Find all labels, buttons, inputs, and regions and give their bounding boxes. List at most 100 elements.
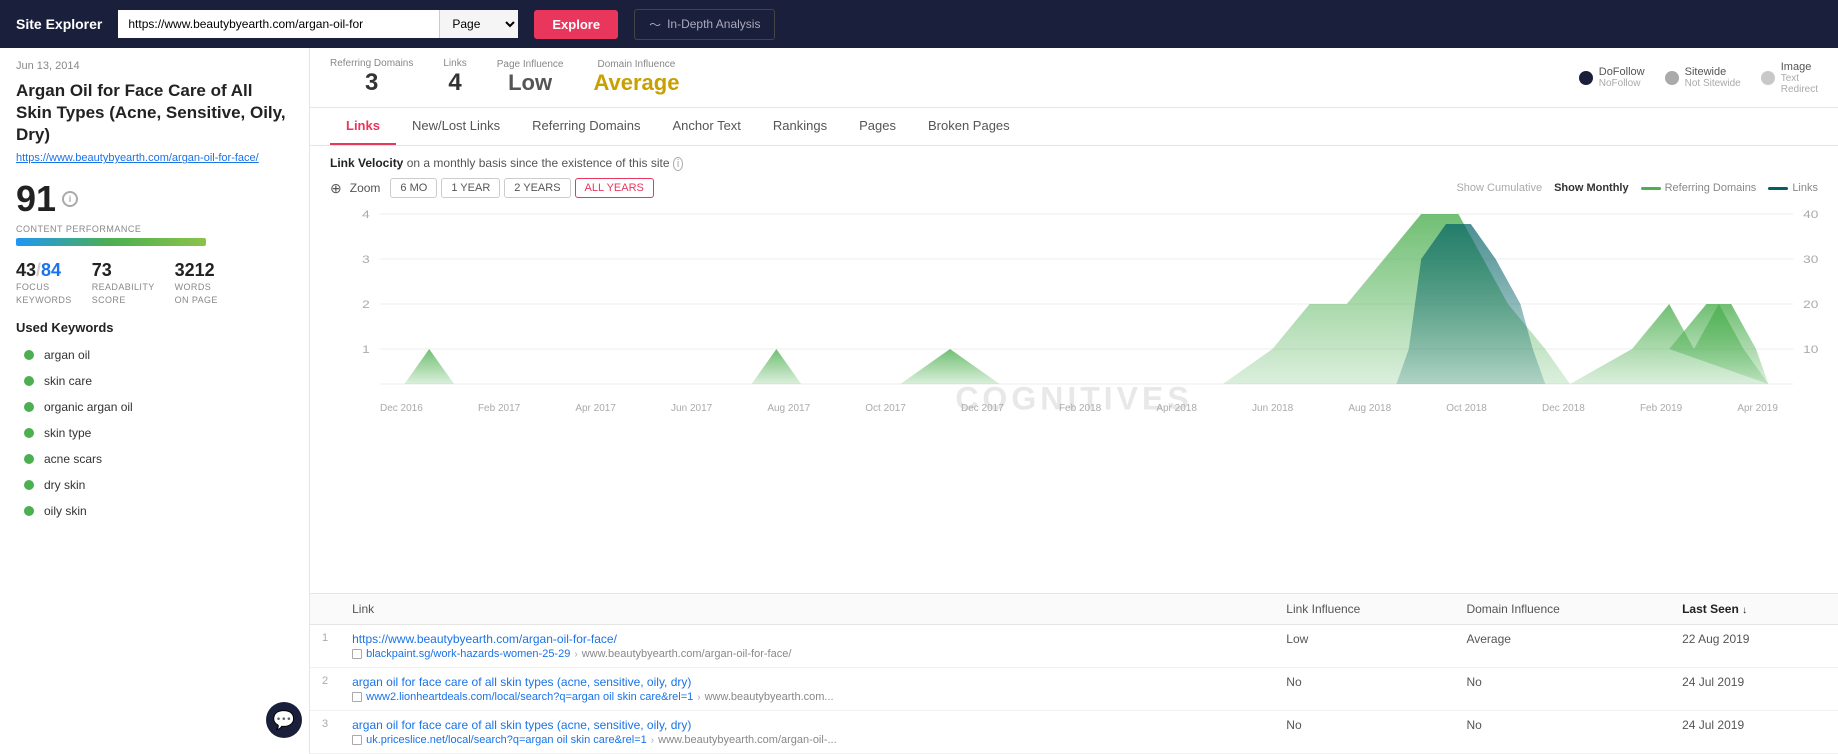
svg-text:3: 3 — [362, 253, 370, 265]
keyword-item[interactable]: dry skin — [16, 473, 293, 497]
referring-domains-line — [1641, 187, 1661, 190]
referring-domains-stat: Referring Domains 3 — [330, 58, 413, 97]
tab-rankings[interactable]: Rankings — [757, 108, 843, 145]
links-legend: Links — [1768, 182, 1818, 194]
sidebar-date: Jun 13, 2014 — [16, 60, 293, 72]
in-depth-label: In-Depth Analysis — [667, 17, 760, 31]
last-seen: 24 Jul 2019 — [1670, 711, 1838, 754]
chat-bubble[interactable]: 💬 — [266, 702, 302, 738]
svg-text:2: 2 — [362, 298, 370, 310]
zoom-6mo[interactable]: 6 MO — [390, 178, 437, 198]
source-link[interactable]: blackpaint.sg/work-hazards-women-25-29 — [366, 648, 570, 660]
arrow-icon: › — [574, 649, 577, 660]
keyword-text: oily skin — [44, 504, 87, 518]
zoom-buttons: ⊕ Zoom 6 MO 1 YEAR 2 YEARS ALL YEARS — [330, 178, 654, 198]
url-input[interactable] — [118, 10, 439, 38]
svg-text:10: 10 — [1803, 343, 1818, 355]
info-icon[interactable]: i — [62, 191, 78, 207]
col-last-seen[interactable]: Last Seen ↓ — [1670, 594, 1838, 625]
col-domain-influence[interactable]: Domain Influence — [1454, 594, 1670, 625]
sitewide-legend: Sitewide Not Sitewide — [1665, 61, 1741, 95]
tab-anchor-text[interactable]: Anchor Text — [657, 108, 757, 145]
svg-text:30: 30 — [1803, 253, 1818, 265]
stats-bar: Referring Domains 3 Links 4 Page Influen… — [310, 48, 1838, 108]
focus-keywords-label: FOCUSKEYWORDS — [16, 281, 72, 306]
content-perf-label: CONTENT PERFORMANCE — [16, 224, 293, 234]
sidebar-url[interactable]: https://www.beautybyearth.com/argan-oil-… — [16, 152, 293, 164]
zoom-2years[interactable]: 2 YEARS — [504, 178, 570, 198]
tab-referring-domains[interactable]: Referring Domains — [516, 108, 656, 145]
links-stat: Links 4 — [443, 58, 466, 97]
link-main[interactable]: argan oil for face care of all skin type… — [352, 675, 691, 689]
site-explorer-label: Site Explorer — [16, 16, 102, 32]
col-link-influence[interactable]: Link Influence — [1274, 594, 1454, 625]
source-link[interactable]: www2.lionheartdeals.com/local/search?q=a… — [366, 691, 693, 703]
show-monthly-toggle[interactable]: Show Monthly — [1554, 182, 1629, 194]
col-link[interactable]: Link — [340, 594, 1274, 625]
chart-subtitle: on a monthly basis since the existence o… — [407, 156, 670, 170]
keyword-dot — [24, 402, 34, 412]
keyword-text: skin care — [44, 374, 92, 388]
domain-influence-label: Domain Influence — [593, 59, 679, 70]
keyword-dot — [24, 376, 34, 386]
explore-button[interactable]: Explore — [534, 10, 618, 39]
x-axis-labels: Dec 2016Feb 2017Apr 2017Jun 2017Aug 2017… — [330, 403, 1818, 414]
chat-icon: 💬 — [273, 710, 295, 731]
zoom-1year[interactable]: 1 YEAR — [441, 178, 500, 198]
keyword-item[interactable]: acne scars — [16, 447, 293, 471]
page-select[interactable]: Page Domain — [439, 10, 518, 38]
zoom-label: Zoom — [350, 181, 381, 195]
keyword-item[interactable]: argan oil — [16, 343, 293, 367]
arrow-icon: › — [651, 735, 654, 746]
source-link[interactable]: uk.priceslice.net/local/search?q=argan o… — [366, 734, 647, 746]
link-main[interactable]: argan oil for face care of all skin type… — [352, 718, 691, 732]
table-row: 1 https://www.beautybyearth.com/argan-oi… — [310, 625, 1838, 668]
in-depth-button[interactable]: 〜 In-Depth Analysis — [634, 9, 775, 40]
links-label: Links — [443, 58, 466, 69]
keyword-dot — [24, 454, 34, 464]
zoom-all-years[interactable]: ALL YEARS — [575, 178, 654, 198]
dofollow-legend: DoFollow NoFollow — [1579, 61, 1645, 95]
sort-arrow-icon: ↓ — [1742, 605, 1747, 616]
main-layout: Jun 13, 2014 Argan Oil for Face Care of … — [0, 48, 1838, 754]
link-icon — [352, 735, 362, 745]
link-main[interactable]: https://www.beautybyearth.com/argan-oil-… — [352, 632, 617, 646]
zoom-controls: ⊕ Zoom 6 MO 1 YEAR 2 YEARS ALL YEARS Sho… — [330, 178, 1818, 198]
referring-domains-label: Referring Domains — [330, 58, 413, 69]
sitewide-dot — [1665, 71, 1679, 85]
link-icon — [352, 649, 362, 659]
dofollow-dot — [1579, 71, 1593, 85]
tab-pages[interactable]: Pages — [843, 108, 912, 145]
chart-info-icon[interactable]: i — [673, 157, 683, 171]
tab-broken-pages[interactable]: Broken Pages — [912, 108, 1026, 145]
last-seen: 24 Jul 2019 — [1670, 668, 1838, 711]
tab-new-lost-links[interactable]: New/Lost Links — [396, 108, 516, 145]
words-value: 3212 — [175, 260, 218, 281]
domain-influence-stat: Domain Influence Average — [593, 59, 679, 96]
used-keywords-label: Used Keywords — [16, 320, 293, 335]
referring-domains-legend: Referring Domains — [1641, 182, 1757, 194]
domain-influence: Average — [1454, 625, 1670, 668]
keyword-text: skin type — [44, 426, 91, 440]
links-table: Link Link Influence Domain Influence Las… — [310, 594, 1838, 754]
keyword-item[interactable]: skin type — [16, 421, 293, 445]
show-cumulative-toggle[interactable]: Show Cumulative — [1456, 182, 1542, 194]
col-num — [310, 594, 340, 625]
keyword-item[interactable]: organic argan oil — [16, 395, 293, 419]
tab-links[interactable]: Links — [330, 108, 396, 145]
table-section: Link Link Influence Domain Influence Las… — [310, 593, 1838, 754]
keyword-item[interactable]: skin care — [16, 369, 293, 393]
keyword-text: acne scars — [44, 452, 102, 466]
link-cell: argan oil for face care of all skin type… — [340, 711, 1274, 754]
page-influence-label: Page Influence — [497, 59, 564, 70]
link-cell: https://www.beautybyearth.com/argan-oil-… — [340, 625, 1274, 668]
table-row: 2 argan oil for face care of all skin ty… — [310, 668, 1838, 711]
page-influence-value: Low — [497, 70, 564, 96]
svg-text:40: 40 — [1803, 208, 1818, 220]
link-icon — [352, 692, 362, 702]
sidebar-title: Argan Oil for Face Care of All Skin Type… — [16, 80, 293, 146]
tabs-bar: LinksNew/Lost LinksReferring DomainsAnch… — [310, 108, 1838, 146]
keyword-item[interactable]: oily skin — [16, 499, 293, 523]
words-label: WORDSON PAGE — [175, 281, 218, 306]
chart-svg: 4 3 2 1 40 30 20 10 — [330, 204, 1818, 404]
